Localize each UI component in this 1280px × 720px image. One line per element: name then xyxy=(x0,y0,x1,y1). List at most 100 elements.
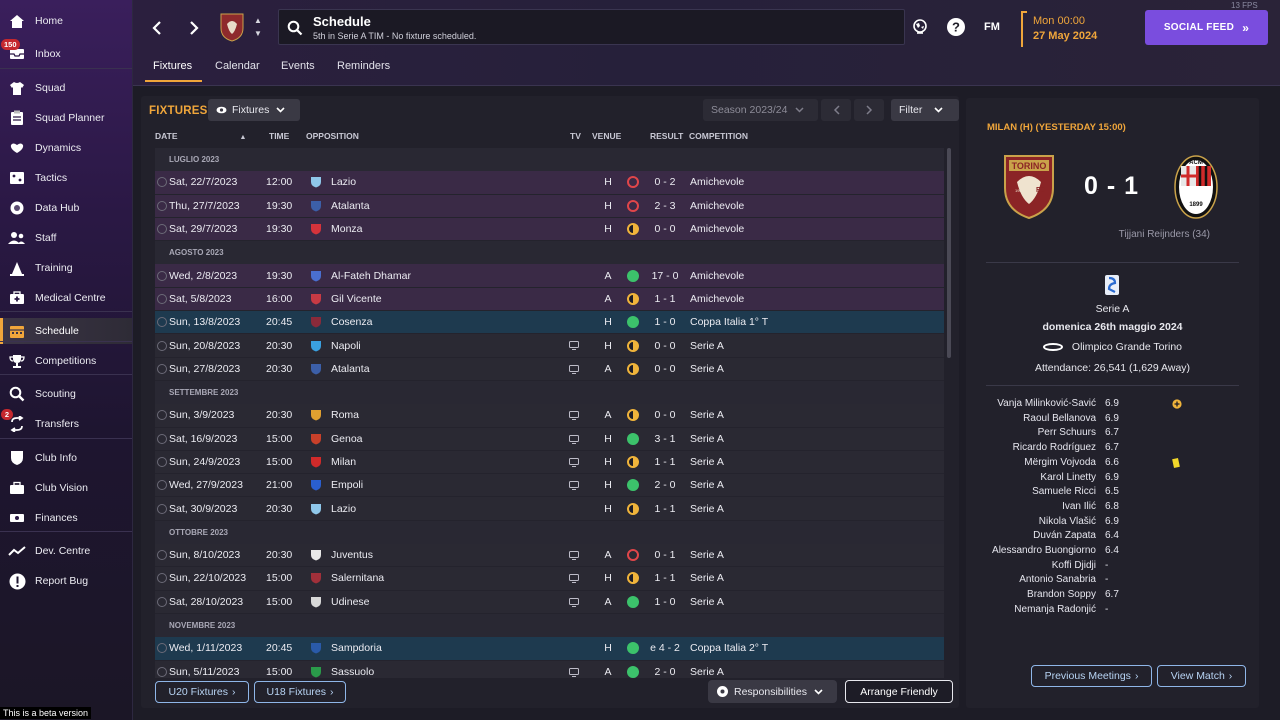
player-rating-row[interactable]: Ricardo Rodríguez 6.7 xyxy=(966,442,1259,457)
opponent-crest-icon[interactable] xyxy=(310,176,322,188)
column-result[interactable]: RESULT xyxy=(650,131,683,141)
fixture-opponent[interactable]: Gil Vicente xyxy=(331,293,382,305)
fixture-competition[interactable]: Serie A xyxy=(690,456,724,468)
fixture-score[interactable]: 0 - 0 xyxy=(645,223,685,235)
fixture-opponent[interactable]: Atalanta xyxy=(331,363,370,375)
tab-calendar[interactable]: Calendar xyxy=(215,60,260,72)
player-rating-row[interactable]: Mërgim Vojvoda 6.6 xyxy=(966,457,1259,472)
sidebar-item-finances[interactable]: Finances xyxy=(0,505,132,531)
torino-crest-icon[interactable] xyxy=(220,12,244,42)
fixture-checkbox[interactable] xyxy=(157,457,167,467)
fixture-competition[interactable]: Serie A xyxy=(690,409,724,421)
fixture-competition[interactable]: Serie A xyxy=(690,363,724,375)
column-time[interactable]: TIME xyxy=(269,131,289,141)
opponent-crest-icon[interactable] xyxy=(310,270,322,282)
back-button[interactable] xyxy=(143,14,171,42)
season-dropdown[interactable]: Season 2023/24 xyxy=(703,99,818,121)
opponent-crest-icon[interactable] xyxy=(310,456,322,468)
fixture-row[interactable]: Wed, 27/9/2023 21:00 Empoli H 2 - 0 Serie A xyxy=(155,474,944,498)
fixture-opponent[interactable]: Genoa xyxy=(331,433,363,445)
tab-fixtures[interactable]: Fixtures xyxy=(153,60,192,72)
opponent-crest-icon[interactable] xyxy=(310,479,322,491)
player-rating-row[interactable]: Perr Schuurs 6.7 xyxy=(966,427,1259,442)
milan-crest-icon[interactable]: ACM 1899 xyxy=(1173,154,1219,220)
fixture-competition[interactable]: Amichevole xyxy=(690,293,744,305)
fixture-competition[interactable]: Serie A xyxy=(690,433,724,445)
player-rating-row[interactable]: Nikola Vlašić 6.9 xyxy=(966,516,1259,531)
fixture-opponent[interactable]: Milan xyxy=(331,456,356,468)
column-tv[interactable]: TV xyxy=(570,131,581,141)
fixture-opponent[interactable]: Lazio xyxy=(331,176,356,188)
social-feed-button[interactable]: SOCIAL FEED » xyxy=(1145,10,1268,45)
fixture-score[interactable]: 0 - 0 xyxy=(645,363,685,375)
fixture-row[interactable]: Sun, 3/9/2023 20:30 Roma A 0 - 0 Serie A xyxy=(155,404,944,428)
fixture-score[interactable]: 1 - 1 xyxy=(645,503,685,515)
sidebar-item-competitions[interactable]: Competitions xyxy=(0,348,132,374)
sidebar-item-data-hub[interactable]: Data Hub xyxy=(0,195,132,221)
sidebar-item-tactics[interactable]: Tactics xyxy=(0,165,132,191)
opponent-crest-icon[interactable] xyxy=(310,666,322,678)
search-bar[interactable]: Schedule 5th in Serie A TIM - No fixture… xyxy=(278,9,905,45)
sidebar-item-dynamics[interactable]: Dynamics xyxy=(0,135,132,161)
fixture-checkbox[interactable] xyxy=(157,480,167,491)
current-date[interactable]: 27 May 2024 xyxy=(1033,30,1097,42)
fixture-checkbox[interactable] xyxy=(157,293,167,304)
player-rating-row[interactable]: Duván Zapata 6.4 xyxy=(966,530,1259,545)
fixture-opponent[interactable]: Lazio xyxy=(331,503,356,515)
help-icon[interactable]: ? xyxy=(945,16,967,38)
current-time[interactable]: Mon 00:00 xyxy=(1033,15,1085,27)
arrange-friendly-button[interactable]: Arrange Friendly xyxy=(845,680,953,703)
fixture-opponent[interactable]: Cosenza xyxy=(331,316,372,328)
fixture-checkbox[interactable] xyxy=(157,340,167,351)
sidebar-item-scouting[interactable]: Scouting xyxy=(0,381,132,407)
fixture-row[interactable]: Sat, 30/9/2023 20:30 Lazio H 1 - 1 Serie A xyxy=(155,497,944,521)
sidebar-item-club-info[interactable]: Club Info xyxy=(0,445,132,471)
fixture-opponent[interactable]: Roma xyxy=(331,409,359,421)
fixture-row[interactable]: Sat, 5/8/2023 16:00 Gil Vicente A 1 - 1 Amich… xyxy=(155,287,944,312)
player-rating-row[interactable]: Nemanja Radonjić - xyxy=(966,604,1259,619)
fixture-row[interactable]: Wed, 1/11/2023 20:45 Sampdoria He 4 - 2 Copp… xyxy=(155,637,944,661)
fixture-opponent[interactable]: Salernitana xyxy=(331,572,384,584)
column-date[interactable]: DATE ▲ xyxy=(155,131,246,141)
fixture-row[interactable]: Sat, 16/9/2023 15:00 Genoa H 3 - 1 Serie A xyxy=(155,427,944,451)
fixture-opponent[interactable]: Sassuolo xyxy=(331,666,374,678)
fixture-opponent[interactable]: Udinese xyxy=(331,596,370,608)
sidebar-item-staff[interactable]: Staff xyxy=(0,225,132,251)
view-match-button[interactable]: View Match › xyxy=(1157,665,1246,687)
player-rating-row[interactable]: Samuele Ricci 6.5 xyxy=(966,486,1259,501)
sidebar-item-home[interactable]: Home xyxy=(0,8,132,34)
next-season-button[interactable] xyxy=(854,99,884,121)
player-rating-row[interactable]: Vanja Milinković-Savić 6.9 xyxy=(966,398,1259,413)
column-opposition[interactable]: OPPOSITION xyxy=(306,131,359,141)
column-competition[interactable]: COMPETITION xyxy=(689,131,748,141)
fixture-competition[interactable]: Amichevole xyxy=(690,270,744,282)
fixture-checkbox[interactable] xyxy=(157,433,167,444)
opponent-crest-icon[interactable] xyxy=(310,363,322,375)
fixture-checkbox[interactable] xyxy=(157,317,167,328)
fixture-competition[interactable]: Amichevole xyxy=(690,200,744,212)
chevron-down-icon[interactable]: ▼ xyxy=(251,27,265,40)
fixture-score[interactable]: 1 - 1 xyxy=(645,293,685,305)
fixture-row[interactable]: Sat, 29/7/2023 19:30 Monza H 0 - 0 Amichevole xyxy=(155,217,944,242)
opponent-crest-icon[interactable] xyxy=(310,549,322,561)
player-rating-row[interactable]: Brandon Soppy 6.7 xyxy=(966,589,1259,604)
sidebar-item-squad-planner[interactable]: Squad Planner xyxy=(0,105,132,131)
sidebar-item-inbox[interactable]: Inbox xyxy=(0,41,132,67)
fixture-opponent[interactable]: Empoli xyxy=(331,479,363,491)
sidebar-item-transfers[interactable]: Transfers xyxy=(0,411,132,437)
fixture-row[interactable]: Sat, 22/7/2023 12:00 Lazio H 0 - 2 Amichevole xyxy=(155,171,944,195)
sidebar-item-squad[interactable]: Squad xyxy=(0,75,132,101)
fixture-competition[interactable]: Serie A xyxy=(690,596,724,608)
fixture-checkbox[interactable] xyxy=(157,596,167,607)
fixture-competition[interactable]: Serie A xyxy=(690,479,724,491)
player-rating-row[interactable]: Raoul Bellanova 6.9 xyxy=(966,413,1259,428)
chevron-up-icon[interactable]: ▲ xyxy=(251,14,265,27)
fixture-row[interactable]: Sun, 8/10/2023 20:30 Juventus A 0 - 1 Serie A xyxy=(155,544,944,568)
fixture-row[interactable]: Sun, 27/8/2023 20:30 Atalanta A 0 - 0 Serie A xyxy=(155,357,944,381)
sidebar-item-club-vision[interactable]: Club Vision xyxy=(0,475,132,501)
fixture-opponent[interactable]: Atalanta xyxy=(331,200,370,212)
fixture-row[interactable]: Sun, 13/8/2023 20:45 Cosenza H 1 - 0 Coppa It… xyxy=(155,311,944,335)
fixture-competition[interactable]: Amichevole xyxy=(690,176,744,188)
tab-reminders[interactable]: Reminders xyxy=(337,60,390,72)
opponent-crest-icon[interactable] xyxy=(310,316,322,328)
